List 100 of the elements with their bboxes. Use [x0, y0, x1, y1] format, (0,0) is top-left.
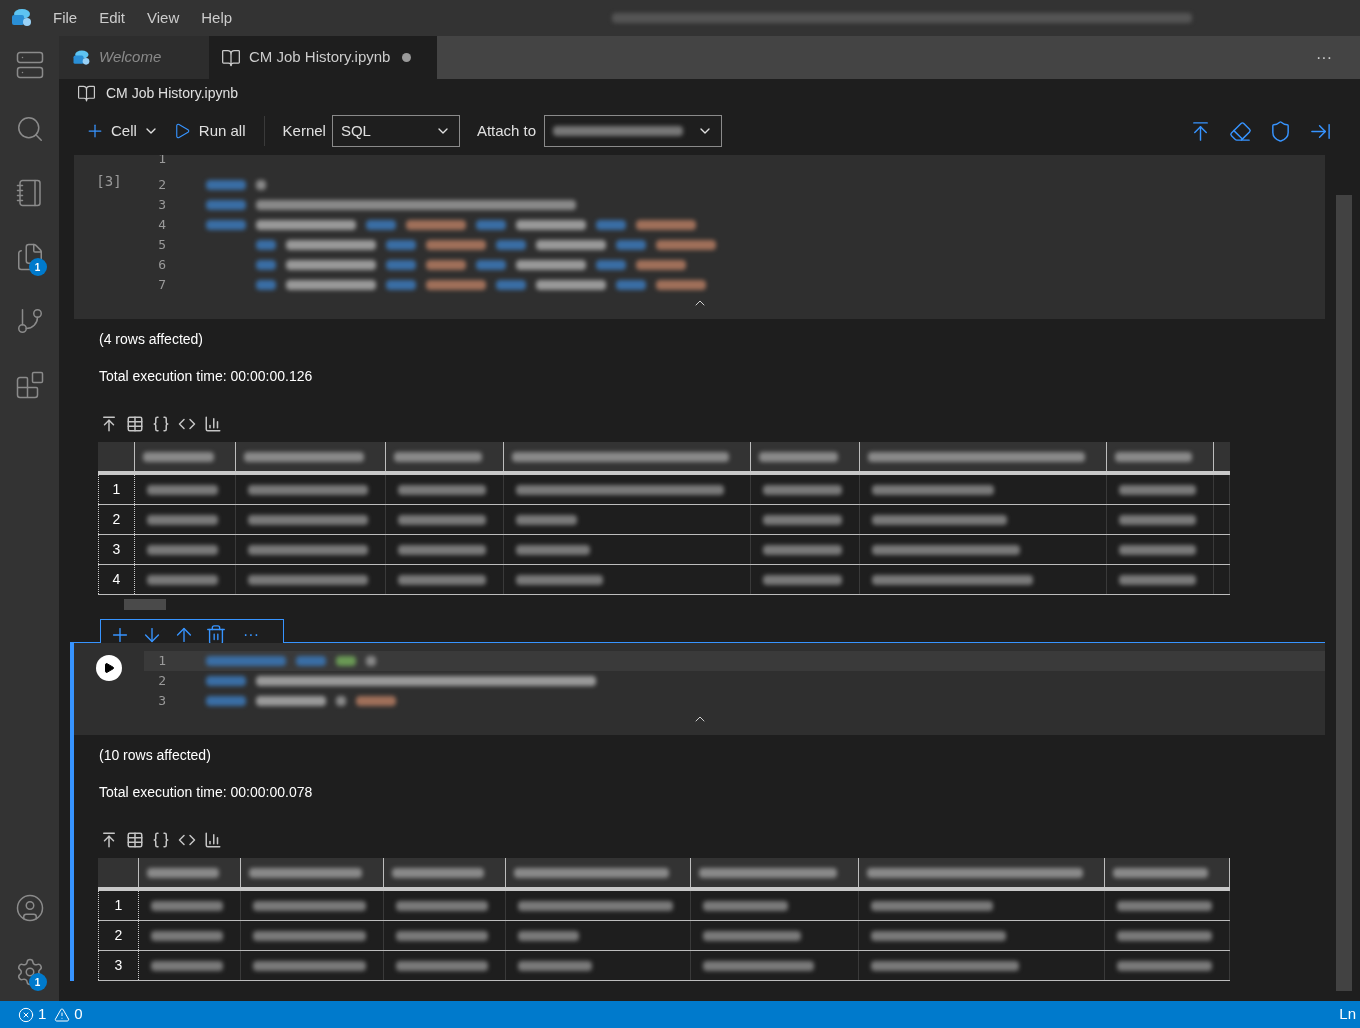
menu-item[interactable]: File — [42, 6, 89, 30]
save-json-icon[interactable] — [152, 831, 170, 849]
redacted-text — [256, 280, 276, 290]
save-json-icon[interactable] — [152, 415, 170, 433]
row-number: 2 — [98, 505, 135, 534]
line-number: 1 — [157, 652, 166, 671]
add-cell-button[interactable]: Cell — [85, 119, 159, 143]
redacted-text — [656, 280, 706, 290]
redacted-text — [147, 544, 218, 555]
redacted-text — [516, 514, 577, 525]
line-number: 7 — [157, 276, 166, 295]
redacted-text — [206, 676, 246, 686]
server-icon[interactable] — [14, 50, 45, 80]
kernel-label: Kernel — [282, 120, 326, 141]
menu-item[interactable]: View — [136, 6, 191, 30]
redacted-text — [406, 220, 466, 230]
play-icon — [103, 662, 115, 674]
notification-badge: 1 — [28, 973, 47, 991]
rows-affected-text: (10 rows affected) — [99, 746, 212, 765]
row-number: 4 — [98, 565, 135, 594]
editor-tab[interactable]: CM Job History.ipynb — [209, 36, 437, 79]
run-all-button[interactable]: Run all — [172, 119, 246, 143]
row-number: 1 — [98, 475, 135, 504]
redacted-text — [426, 280, 486, 290]
redacted-text — [256, 180, 266, 190]
execution-time-text: Total execution time: 00:00:00.078 — [99, 783, 314, 802]
run-cell-button[interactable] — [96, 655, 122, 681]
row-number: 3 — [98, 535, 135, 564]
line-number: 2 — [157, 176, 166, 195]
more-actions-button[interactable]: ··· — [1288, 36, 1360, 79]
horizontal-scrollbar[interactable] — [124, 599, 166, 610]
redacted-text — [147, 867, 219, 878]
redacted-text — [496, 280, 526, 290]
save-csv-icon[interactable] — [100, 831, 118, 849]
redacted-text — [147, 514, 218, 525]
redacted-text — [151, 930, 223, 941]
save-excel-icon[interactable] — [126, 415, 144, 433]
line-number: 2 — [157, 672, 166, 691]
redacted-text — [206, 220, 246, 230]
warning-icon — [54, 1006, 71, 1023]
redacted-text — [516, 260, 586, 270]
line-number: 3 — [157, 692, 166, 711]
rows-affected-text: (4 rows affected) — [99, 330, 204, 349]
redacted-text — [656, 240, 716, 250]
line-number: 3 — [157, 196, 166, 215]
notebook-icon — [77, 83, 96, 103]
redacted-text — [366, 220, 396, 230]
redacted-text — [536, 240, 606, 250]
redacted-text — [151, 960, 223, 971]
redacted-text — [596, 220, 626, 230]
redacted-text — [636, 220, 696, 230]
extensions-icon[interactable] — [14, 370, 45, 400]
redacted-text — [147, 484, 218, 495]
row-number: 3 — [98, 951, 139, 980]
execution-count: [3] — [96, 172, 122, 191]
line-number: 4 — [157, 216, 166, 235]
connection-dropdown[interactable] — [544, 115, 723, 147]
redacted-text — [147, 574, 218, 585]
cursor-position[interactable]: Ln — [1339, 1003, 1356, 1026]
redacted-text — [386, 280, 416, 290]
redacted-text — [356, 696, 396, 706]
clear-results-icon[interactable] — [1229, 119, 1252, 143]
kernel-dropdown[interactable]: SQL — [331, 115, 460, 147]
vertical-scrollbar[interactable] — [1336, 195, 1352, 991]
redacted-text — [476, 220, 506, 230]
execution-time-text: Total execution time: 00:00:00.126 — [99, 367, 314, 386]
line-number: 5 — [157, 236, 166, 255]
redacted-text — [536, 280, 606, 290]
redacted-text — [386, 260, 416, 270]
redacted-text — [636, 260, 686, 270]
redacted-text — [386, 240, 416, 250]
redacted-text — [206, 180, 246, 190]
chart-icon[interactable] — [204, 831, 222, 849]
chart-icon[interactable] — [204, 415, 222, 433]
redacted-text — [256, 260, 276, 270]
redacted-text — [151, 900, 223, 911]
account-icon[interactable] — [14, 893, 45, 923]
attach-to-label: Attach to — [476, 120, 537, 141]
redacted-text — [256, 240, 276, 250]
book-icon — [221, 47, 241, 68]
menu-item[interactable]: Edit — [88, 6, 137, 30]
code-cell[interactable]: 1 2 3 — [74, 643, 1325, 735]
more-button[interactable]: ··· — [243, 627, 259, 643]
redacted-text — [206, 200, 246, 210]
redacted-text — [516, 220, 586, 230]
problems-button[interactable]: 1 0 — [18, 1003, 83, 1026]
redacted-text — [476, 260, 506, 270]
redacted-text — [366, 656, 376, 666]
redacted-text — [616, 280, 646, 290]
save-excel-icon[interactable] — [126, 831, 144, 849]
delete-icon[interactable] — [205, 624, 227, 646]
redacted-text — [296, 656, 326, 666]
row-number: 1 — [98, 891, 139, 920]
save-csv-icon[interactable] — [100, 415, 118, 433]
trusted-icon[interactable] — [1269, 119, 1292, 143]
editor-tab[interactable]: Welcome — [59, 36, 209, 79]
breadcrumb[interactable]: CM Job History.ipynb — [106, 82, 238, 104]
menu-item[interactable]: Help — [190, 6, 244, 30]
redacted-text — [336, 656, 356, 666]
redacted-text — [426, 240, 486, 250]
